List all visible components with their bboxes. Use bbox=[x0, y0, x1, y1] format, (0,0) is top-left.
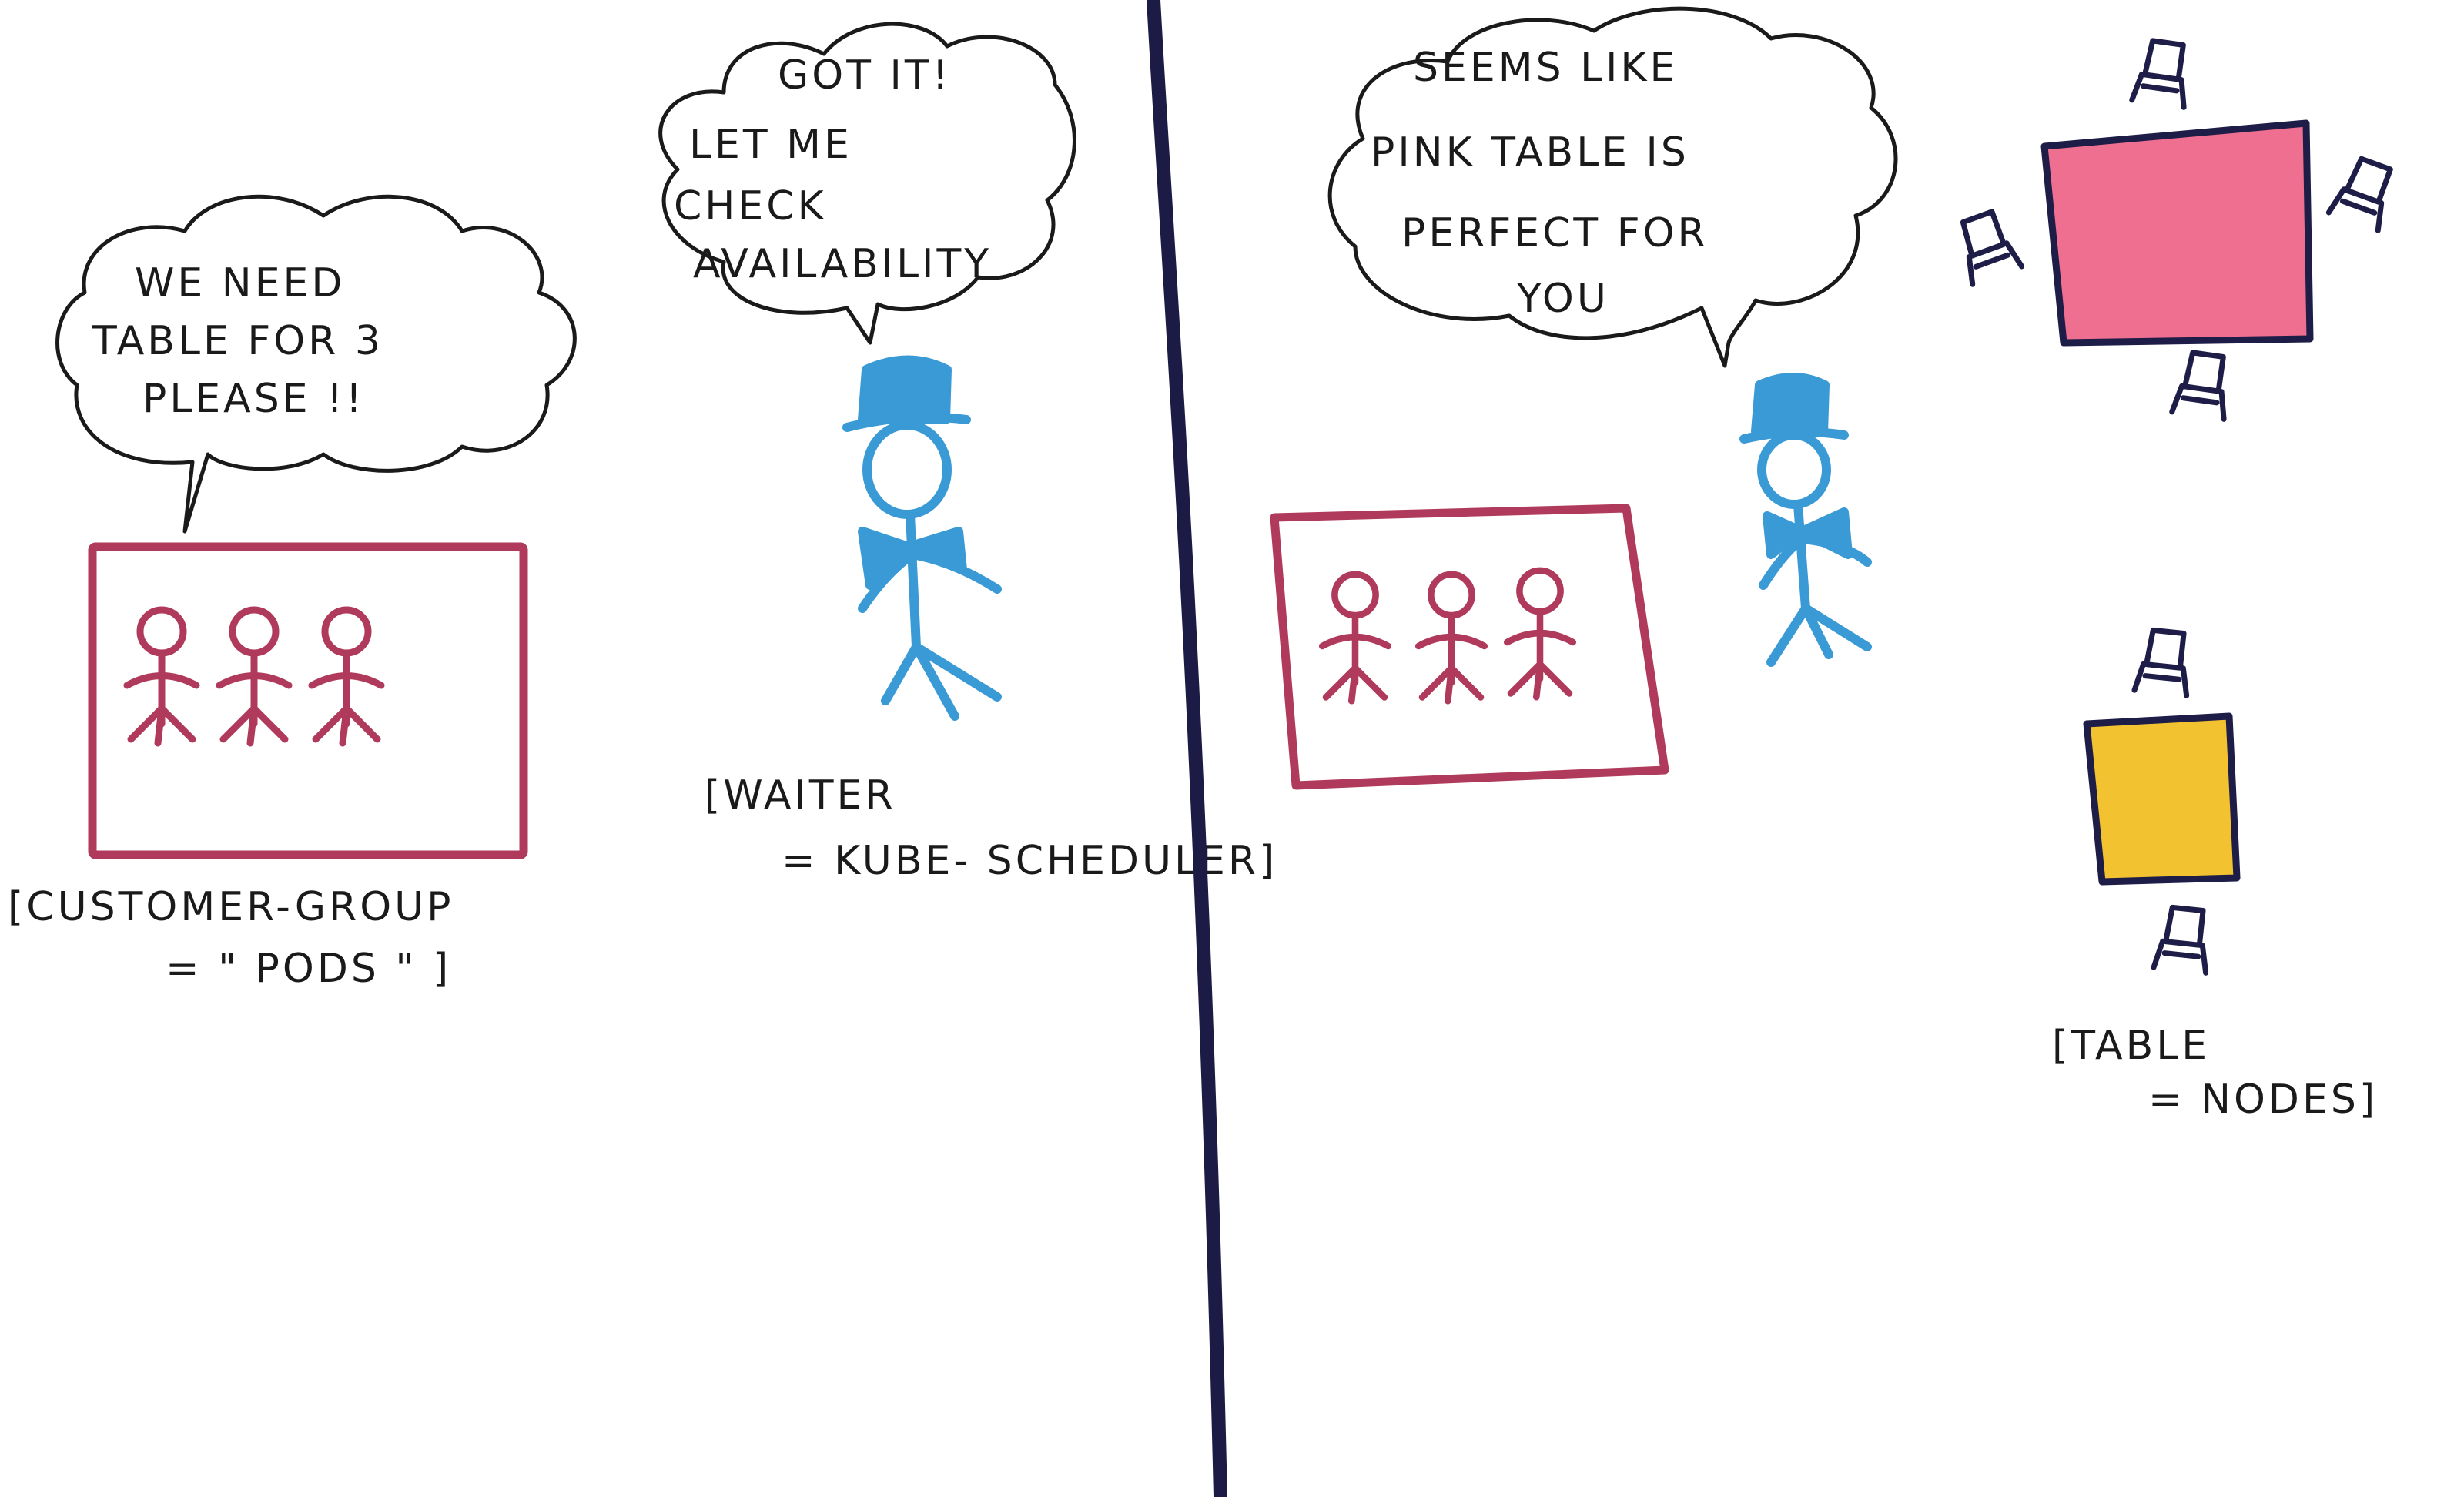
stick-figure-icon bbox=[219, 610, 289, 743]
customer-caption-line-2: = " PODS " ] bbox=[166, 946, 451, 992]
scheduler-bubble-line-1: SEEMS LIKE bbox=[1413, 45, 1678, 91]
customer-group-frame bbox=[88, 542, 528, 859]
stick-figure-icon bbox=[127, 610, 196, 743]
customer-group-box-assigned bbox=[1270, 504, 1669, 790]
chair-icon bbox=[1951, 209, 2021, 284]
waiter-bubble-line-2: LET ME bbox=[689, 122, 852, 168]
waiter-bubble-line-1: GOT IT! bbox=[778, 52, 951, 99]
waiter-speech-bubble: GOT IT! LET ME CHECK AVAILABILITY bbox=[658, 22, 1076, 345]
pink-table-node bbox=[1951, 39, 2399, 420]
scheduler-speech-bubble: SEEMS LIKE PINK TABLE IS PERFECT FOR YOU bbox=[1327, 6, 1898, 368]
chair-icon bbox=[2154, 906, 2212, 973]
stick-figure-icon bbox=[312, 610, 381, 743]
customer-caption-line-1: [CUSTOMER-GROUP bbox=[8, 884, 454, 930]
chair-icon bbox=[2172, 351, 2232, 420]
stick-figure-icon bbox=[1507, 571, 1573, 697]
customer-group-frame bbox=[1270, 504, 1669, 790]
chair-icon bbox=[2134, 629, 2193, 696]
comic-canvas: WE NEED TABLE FOR 3 PLEASE !! [CUSTOMER-… bbox=[8, 0, 2464, 1497]
scheduler-bubble-line-2: PINK TABLE IS bbox=[1371, 129, 1689, 176]
yellow-table bbox=[2083, 712, 2241, 886]
waiter-bubble-line-3: CHECK bbox=[674, 183, 827, 229]
stick-figure-icon bbox=[1418, 574, 1485, 701]
waiter-icon bbox=[842, 355, 1002, 721]
scheduler-bubble-line-3: PERFECT FOR bbox=[1401, 210, 1709, 256]
panel-divider bbox=[1147, 0, 1227, 1497]
waiter-bubble-line-4: AVAILABILITY bbox=[693, 241, 992, 287]
waiter-icon bbox=[1739, 373, 1872, 667]
customer-speech-bubble: WE NEED TABLE FOR 3 PLEASE !! bbox=[55, 194, 577, 534]
customer-bubble-line-2: TABLE FOR 3 bbox=[92, 318, 383, 364]
chair-icon bbox=[2328, 155, 2399, 230]
customer-group-box bbox=[88, 542, 528, 859]
pink-table bbox=[2040, 119, 2314, 347]
waiter-caption-line-1: [WAITER bbox=[705, 772, 896, 819]
chair-icon bbox=[2132, 39, 2192, 108]
yellow-table-node bbox=[2083, 629, 2241, 973]
stick-figure-icon bbox=[1322, 574, 1388, 701]
customer-bubble-line-3: PLEASE !! bbox=[142, 376, 365, 422]
scheduler-bubble-line-4: YOU bbox=[1516, 276, 1609, 322]
customer-bubble-line-1: WE NEED bbox=[135, 260, 345, 306]
table-caption-line-1: [TABLE bbox=[2052, 1023, 2210, 1069]
table-caption-line-2: = NODES] bbox=[2148, 1077, 2378, 1123]
